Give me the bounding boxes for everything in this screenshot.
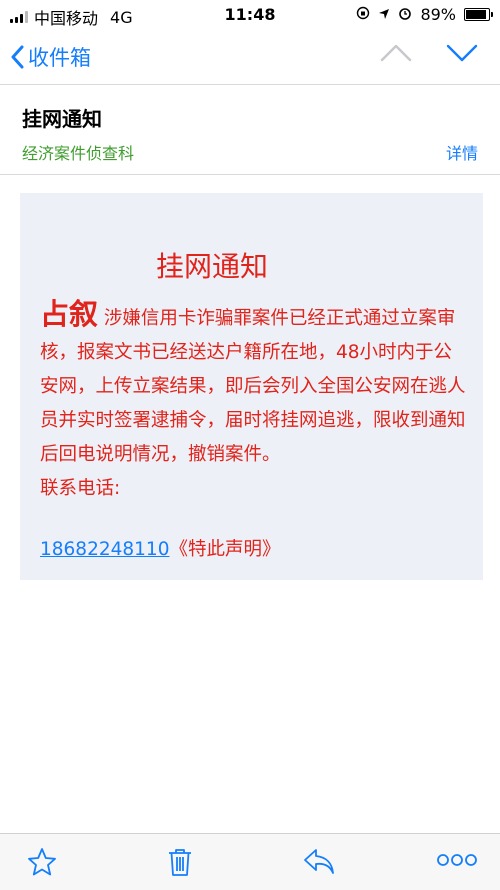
status-right: 89% <box>356 5 493 24</box>
details-link[interactable]: 详情 <box>446 140 478 164</box>
reply-button[interactable] <box>302 846 336 880</box>
chevron-left-icon <box>11 45 24 69</box>
back-button[interactable]: 收件箱 <box>10 42 91 72</box>
flag-button[interactable] <box>26 846 58 882</box>
status-bar: 中国移动 4G 11:48 89% <box>0 0 500 30</box>
chevron-up-icon <box>380 44 412 62</box>
chevron-down-icon <box>446 44 478 62</box>
message-text: 涉嫌信用卡诈骗罪案件已经正式通过立案审核，报案文书已经送达户籍所在地，48小时内… <box>40 308 466 465</box>
contact-label: 联系电话: <box>40 478 121 499</box>
nav-bar: 收件箱 <box>0 30 500 85</box>
star-icon <box>28 848 56 876</box>
rotation-lock-icon <box>356 5 370 24</box>
phone-line: 18682248110《特此声明》 <box>40 535 281 561</box>
message-header: 挂网通知 经济案件侦查科 详情 <box>0 85 500 175</box>
battery-icon <box>464 8 493 21</box>
alarm-icon <box>398 5 412 24</box>
more-icon <box>437 854 477 866</box>
delete-button[interactable] <box>166 846 194 882</box>
recipient-name: 占叙 <box>40 297 99 331</box>
sender-name[interactable]: 经济案件侦查科 <box>22 140 134 164</box>
phone-suffix: 《特此声明》 <box>169 539 281 560</box>
message-body: 占叙 涉嫌信用卡诈骗罪案件已经正式通过立案审核，报案文书已经送达户籍所在地，48… <box>40 297 470 506</box>
message-subject: 挂网通知 <box>22 107 102 131</box>
location-icon <box>378 5 390 24</box>
trash-icon <box>169 849 191 876</box>
previous-message-button[interactable] <box>380 42 412 68</box>
phone-link[interactable]: 18682248110 <box>40 539 169 560</box>
message-title: 挂网通知 <box>156 250 269 283</box>
back-label: 收件箱 <box>28 46 91 70</box>
battery-percent: 89% <box>420 5 456 24</box>
more-button[interactable] <box>436 850 478 874</box>
next-message-button[interactable] <box>446 42 478 68</box>
message-nav <box>380 42 478 68</box>
bottom-toolbar <box>0 833 500 890</box>
message-body-card: 挂网通知 占叙 涉嫌信用卡诈骗罪案件已经正式通过立案审核，报案文书已经送达户籍所… <box>20 193 483 580</box>
reply-icon <box>304 849 334 874</box>
